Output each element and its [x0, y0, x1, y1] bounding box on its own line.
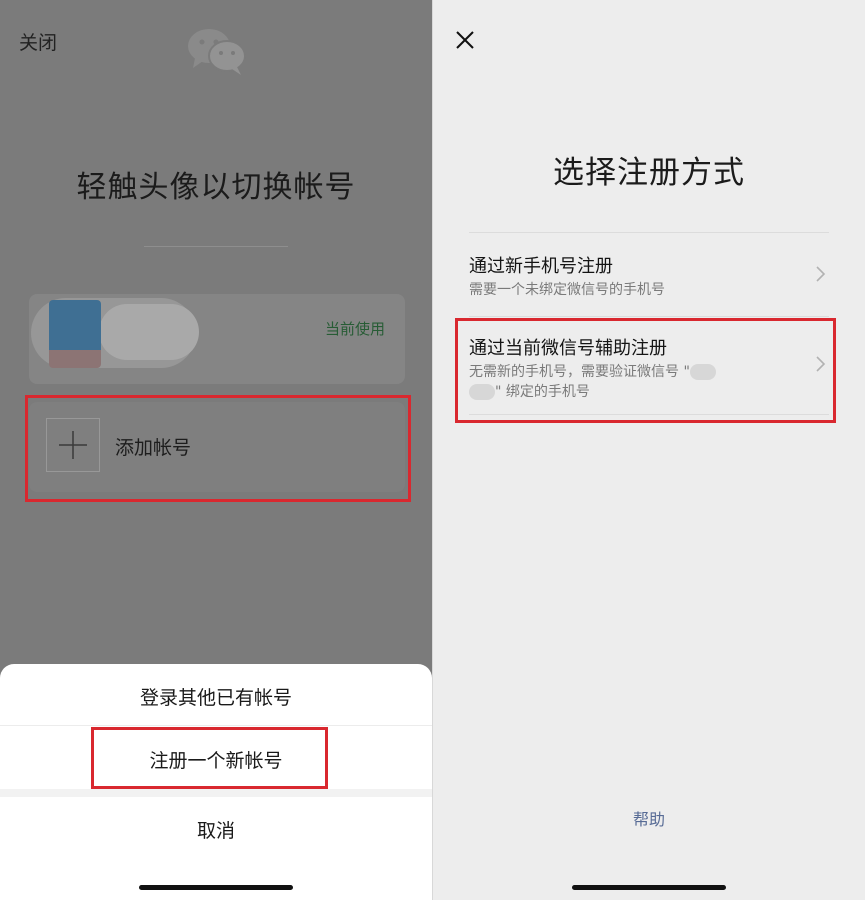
- login-other-account-button[interactable]: 登录其他已有帐号: [0, 683, 432, 710]
- wechat-logo-icon: [188, 29, 246, 75]
- add-account-label: 添加帐号: [115, 437, 192, 459]
- divider: [0, 725, 432, 726]
- help-link[interactable]: 帮助: [433, 806, 865, 830]
- divider: [469, 414, 829, 415]
- blurred-wechat-id: [689, 364, 716, 380]
- cancel-button[interactable]: 取消: [0, 816, 432, 843]
- register-new-account-button[interactable]: 注册一个新帐号: [0, 746, 432, 773]
- choose-register-method-screen: 选择注册方式 通过新手机号注册 需要一个未绑定微信号的手机号 通过当前微信号辅助…: [433, 0, 865, 900]
- current-account-badge: 当前使用: [324, 320, 385, 338]
- switch-account-screen: 关闭 轻触头像以切换帐号 当前使用 添加帐号 登录其他已有帐号 注册一个新帐号 …: [0, 0, 432, 900]
- register-via-current-wechat-option[interactable]: 通过当前微信号辅助注册 无需新的手机号，需要验证微信号 " " 绑定的手机号: [469, 316, 829, 414]
- home-indicator: [139, 885, 293, 890]
- blurred-account-name-overlay: [99, 304, 199, 360]
- page-title: 轻触头像以切换帐号: [76, 170, 356, 205]
- account-card-current[interactable]: 当前使用: [29, 294, 405, 384]
- plus-icon: [46, 418, 100, 472]
- divider: [144, 246, 288, 247]
- close-button[interactable]: 关闭: [19, 28, 57, 55]
- avatar: [49, 300, 101, 368]
- option-subtitle: 无需新的手机号，需要验证微信号 " " 绑定的手机号: [469, 362, 769, 402]
- home-indicator: [572, 885, 726, 890]
- option-title: 通过新手机号注册: [469, 256, 613, 277]
- action-sheet: 登录其他已有帐号 注册一个新帐号 取消: [0, 664, 432, 900]
- page-title: 选择注册方式: [553, 155, 745, 191]
- add-account-button[interactable]: 添加帐号: [29, 402, 405, 492]
- blurred-wechat-id: [469, 384, 495, 400]
- chevron-right-icon: [816, 266, 826, 282]
- chevron-right-icon: [816, 356, 826, 372]
- option-subtitle: 需要一个未绑定微信号的手机号: [469, 282, 665, 298]
- sheet-gap: [0, 789, 432, 797]
- divider: [469, 232, 829, 233]
- register-by-new-phone-option[interactable]: 通过新手机号注册 需要一个未绑定微信号的手机号: [469, 234, 829, 316]
- option-title: 通过当前微信号辅助注册: [469, 338, 667, 359]
- close-icon[interactable]: [453, 28, 477, 52]
